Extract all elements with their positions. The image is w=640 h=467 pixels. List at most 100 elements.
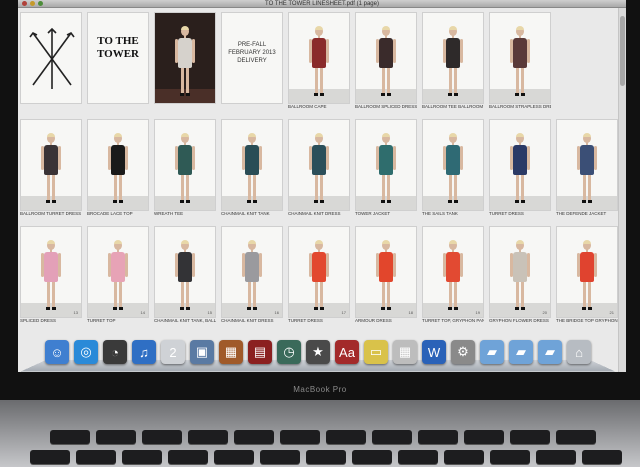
model-leg: [47, 281, 50, 309]
linesheet-cell: [556, 12, 618, 115]
photo-booth-icon[interactable]: ▤: [248, 340, 272, 364]
model-hair: [583, 240, 591, 244]
model-figure: [175, 133, 195, 204]
look-number: 17: [341, 310, 346, 315]
model-shoe: [247, 307, 251, 310]
word-icon[interactable]: W: [422, 340, 446, 364]
linesheet-cell: PRE-FALL FEBRUARY 2013 DELIVERY: [221, 12, 283, 115]
look-card[interactable]: [288, 12, 350, 104]
look-card[interactable]: [355, 12, 417, 104]
stickies-icon[interactable]: ▭: [364, 340, 388, 364]
model-arm: [527, 253, 530, 277]
look-card[interactable]: 19: [422, 226, 484, 318]
look-card[interactable]: 21: [556, 226, 618, 318]
window-titlebar[interactable]: TO THE TOWER LINESHEET.pdf (1 page): [18, 0, 626, 8]
model-hair: [583, 133, 591, 137]
safari-icon[interactable]: ◎: [74, 340, 98, 364]
look-card[interactable]: [221, 119, 283, 211]
model-figure: [242, 133, 262, 204]
model-shoe: [515, 93, 519, 96]
imovie-icon[interactable]: ★: [306, 340, 330, 364]
key: [168, 450, 208, 464]
itunes-icon[interactable]: ♫: [132, 340, 156, 364]
time-machine-icon[interactable]: ◷: [277, 340, 301, 364]
model-hair: [248, 240, 256, 244]
look-card[interactable]: [556, 119, 618, 211]
preview-icon[interactable]: ▦: [219, 340, 243, 364]
model-leg: [186, 174, 189, 202]
model-figure: [577, 240, 597, 311]
model-outfit: [580, 252, 594, 282]
look-number: 21: [609, 310, 614, 315]
look-card[interactable]: [355, 119, 417, 211]
look-card[interactable]: 15: [154, 226, 216, 318]
model-shoe: [113, 200, 117, 203]
system-preferences-icon[interactable]: ⚙: [451, 340, 475, 364]
model-leg: [52, 281, 55, 309]
model-shoe: [180, 200, 184, 203]
calendar-icon[interactable]: 2: [161, 340, 185, 364]
linesheet-cell: 18 ARMOUR DRESS: [355, 226, 417, 329]
linesheet-cell: 16 CHAINMAIL KNIT DRESS: [221, 226, 283, 329]
model-outfit: [245, 145, 259, 175]
look-card[interactable]: 16: [221, 226, 283, 318]
look-card[interactable]: [489, 119, 551, 211]
look-card[interactable]: [489, 12, 551, 104]
key: [444, 450, 484, 464]
look-card[interactable]: [154, 119, 216, 211]
linesheet-cell: 13 SPLICED DRESS: [20, 226, 82, 329]
model-hair: [47, 133, 55, 137]
look-card[interactable]: 13: [20, 226, 82, 318]
linesheet-cell: CHAINMAIL KNIT DRESS: [288, 119, 350, 222]
look-card[interactable]: 20: [489, 226, 551, 318]
model-shoe: [186, 93, 190, 96]
look-card[interactable]: 18: [355, 226, 417, 318]
look-card[interactable]: 14: [87, 226, 149, 318]
model-shoe: [247, 200, 251, 203]
look-card[interactable]: [288, 119, 350, 211]
applications-folder-icon[interactable]: ▰: [480, 340, 504, 364]
dictionary-icon[interactable]: Aa: [335, 340, 359, 364]
look-card[interactable]: [422, 12, 484, 104]
model-leg: [516, 67, 519, 95]
model-shoe: [387, 93, 391, 96]
finder-icon[interactable]: ☺: [45, 340, 69, 364]
look-card[interactable]: 17: [288, 226, 350, 318]
downloads-folder-icon[interactable]: ▰: [538, 340, 562, 364]
model-shoe: [46, 307, 50, 310]
look-card[interactable]: [20, 119, 82, 211]
model-shoe: [448, 200, 452, 203]
crossed-arrows-logo-card[interactable]: [20, 12, 82, 104]
look-card[interactable]: [87, 119, 149, 211]
model-outfit: [44, 145, 58, 175]
linesheet-cell: 17 TURRET DRESS: [288, 226, 350, 329]
linesheet-cell: [20, 12, 82, 115]
campaign-photo-card[interactable]: [154, 12, 216, 104]
dock: ☺ ◎ ◔ ♫ 2 ▣ ▦ ▤ ◷ ★ Aa ▭ ▦ W ⚙ ▰ ▰ ▰ ⌂: [20, 334, 616, 372]
model-arm: [259, 253, 262, 277]
model-hair: [47, 240, 55, 244]
look-caption: ARMOUR DRESS: [355, 318, 392, 323]
model-leg: [382, 281, 385, 309]
model-shoe: [180, 307, 184, 310]
model-outfit: [178, 252, 192, 282]
trash-icon[interactable]: ⌂: [567, 340, 591, 364]
model-leg: [119, 174, 122, 202]
look-caption: CHAINMAIL KNIT DRESS: [288, 211, 341, 216]
look-caption: TURRET DRESS: [489, 211, 524, 216]
documents-folder-icon[interactable]: ▰: [509, 340, 533, 364]
model-arm: [393, 253, 396, 277]
pdf-document[interactable]: TO THE TOWER PRE-FALL FEBRUARY 2013 DELIV…: [18, 8, 618, 372]
brand-title-card[interactable]: TO THE TOWER: [87, 12, 149, 104]
vertical-scrollbar[interactable]: [618, 8, 626, 372]
linesheet-cell: THE SAILS TANK: [422, 119, 484, 222]
look-card[interactable]: [422, 119, 484, 211]
model-arm: [259, 146, 262, 170]
calculator-icon[interactable]: ▦: [393, 340, 417, 364]
linesheet-cell: WREATH TEE: [154, 119, 216, 222]
delivery-card[interactable]: PRE-FALL FEBRUARY 2013 DELIVERY: [221, 12, 283, 104]
scrollbar-thumb[interactable]: [620, 16, 625, 86]
iphoto-icon[interactable]: ▣: [190, 340, 214, 364]
dashboard-icon[interactable]: ◔: [103, 340, 127, 364]
model-outfit: [245, 252, 259, 282]
